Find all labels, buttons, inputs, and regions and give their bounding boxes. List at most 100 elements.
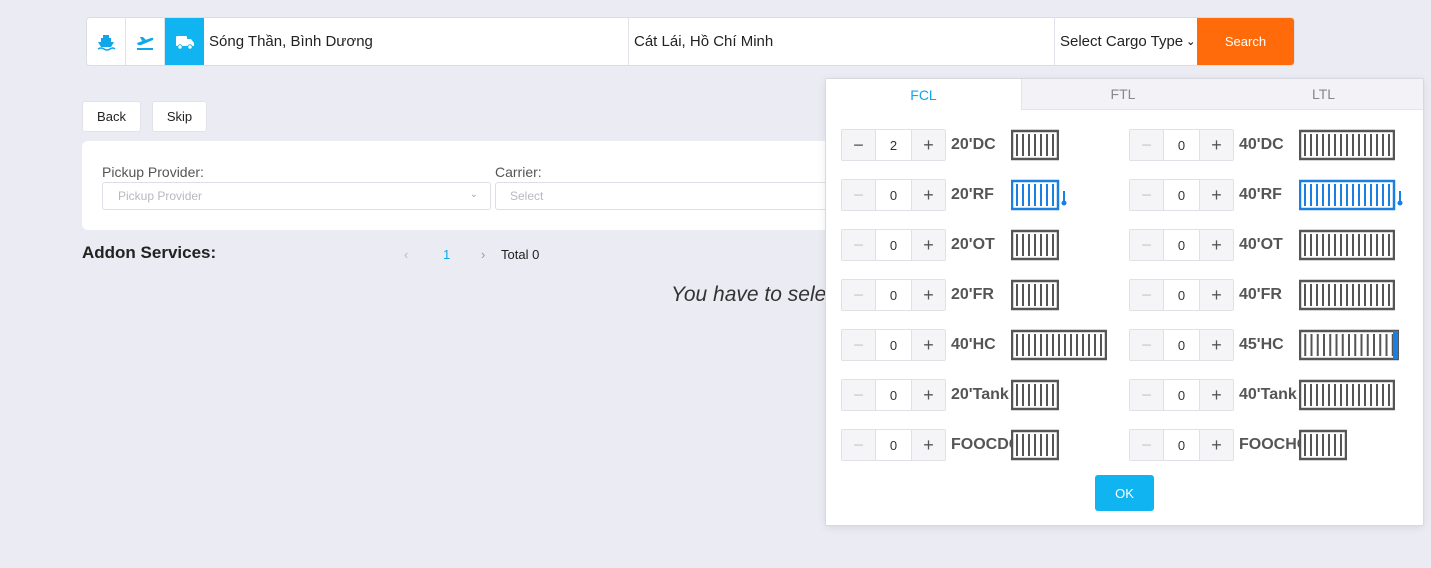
quantity-input[interactable]: 0 xyxy=(875,280,912,310)
increment-button[interactable]: + xyxy=(912,380,945,410)
quantity-input[interactable]: 0 xyxy=(1163,330,1200,360)
mode-air-button[interactable] xyxy=(126,18,165,65)
quantity-input[interactable]: 0 xyxy=(1163,180,1200,210)
quantity-input[interactable]: 0 xyxy=(1163,430,1200,460)
decrement-button[interactable]: − xyxy=(842,330,875,360)
decrement-button[interactable]: − xyxy=(1130,430,1163,460)
container-type-label: FOOCDC xyxy=(951,436,1021,453)
search-button[interactable]: Search xyxy=(1197,18,1294,65)
container-row: −0 +20'Tank xyxy=(841,379,1059,411)
destination-input[interactable]: Cát Lái, Hồ Chí Minh xyxy=(629,18,1055,65)
plane-icon xyxy=(137,36,154,50)
pagination-prev-icon[interactable]: ‹ xyxy=(404,247,408,262)
quantity-input[interactable]: 0 xyxy=(1163,230,1200,260)
decrement-button[interactable]: − xyxy=(842,380,875,410)
quantity-stepper: −0 + xyxy=(841,429,946,461)
container-type-label: 40'HC xyxy=(951,336,996,353)
origin-input[interactable]: Sóng Thần, Bình Dương xyxy=(204,18,629,65)
quantity-input[interactable]: 2 xyxy=(875,130,912,160)
increment-button[interactable]: + xyxy=(912,330,945,360)
pagination-total: Total 0 xyxy=(501,247,540,262)
container-type-label: 40'Tank xyxy=(1239,386,1297,403)
decrement-button[interactable]: − xyxy=(1130,230,1163,260)
mode-sea-button[interactable] xyxy=(87,18,126,65)
container-row: −0 +40'HC xyxy=(841,329,1107,361)
container-icon xyxy=(1011,279,1059,311)
increment-button[interactable]: + xyxy=(912,230,945,260)
quantity-input[interactable]: 0 xyxy=(875,180,912,210)
quantity-stepper: −0 + xyxy=(841,179,946,211)
container-icon xyxy=(1299,329,1399,361)
decrement-button[interactable]: − xyxy=(842,180,875,210)
route-search-bar: Sóng Thần, Bình Dương Cát Lái, Hồ Chí Mi… xyxy=(86,17,1295,66)
decrement-button[interactable]: − xyxy=(1130,280,1163,310)
increment-button[interactable]: + xyxy=(1200,330,1233,360)
cargo-type-panel: FCL FTL LTL −2 +20'DC −0 +20'RF −0 +20'OT −0 +2… xyxy=(825,78,1424,526)
quantity-stepper: −0 + xyxy=(1129,129,1234,161)
container-icon xyxy=(1011,329,1107,361)
provider-card: Pickup Provider: Pickup Provider ⌄ Carri… xyxy=(82,141,842,230)
container-type-label: 40'RF xyxy=(1239,186,1282,203)
quantity-input[interactable]: 0 xyxy=(875,330,912,360)
cargo-type-select[interactable]: Select Cargo Type ⌄ xyxy=(1055,18,1197,65)
container-icon xyxy=(1011,129,1059,161)
tab-ltl[interactable]: LTL xyxy=(1224,79,1423,110)
quantity-stepper: −0 + xyxy=(1129,429,1234,461)
decrement-button[interactable]: − xyxy=(842,280,875,310)
quantity-stepper: −0 + xyxy=(1129,329,1234,361)
increment-button[interactable]: + xyxy=(1200,430,1233,460)
pickup-provider-placeholder: Pickup Provider xyxy=(118,189,203,203)
quantity-input[interactable]: 0 xyxy=(875,230,912,260)
decrement-button[interactable]: − xyxy=(1130,330,1163,360)
increment-button[interactable]: + xyxy=(1200,130,1233,160)
back-button[interactable]: Back xyxy=(82,101,141,132)
increment-button[interactable]: + xyxy=(912,430,945,460)
chevron-down-icon: ⌄ xyxy=(1186,36,1196,48)
increment-button[interactable]: + xyxy=(912,280,945,310)
pickup-provider-select[interactable]: Pickup Provider ⌄ xyxy=(102,182,491,210)
cargo-type-value: Select Cargo Type xyxy=(1060,33,1184,50)
quantity-input[interactable]: 0 xyxy=(1163,280,1200,310)
increment-button[interactable]: + xyxy=(912,180,945,210)
pagination-next-icon[interactable]: › xyxy=(481,247,485,262)
container-type-label: 20'Tank xyxy=(951,386,1009,403)
container-row: −0 +40'RF xyxy=(1129,179,1403,211)
container-type-label: 40'DC xyxy=(1239,136,1284,153)
decrement-button[interactable]: − xyxy=(1130,380,1163,410)
addon-services-title: Addon Services: xyxy=(82,243,217,262)
quantity-input[interactable]: 0 xyxy=(1163,130,1200,160)
quantity-stepper: −0 + xyxy=(1129,279,1234,311)
decrement-button[interactable]: − xyxy=(1130,180,1163,210)
quantity-stepper: −0 + xyxy=(1129,229,1234,261)
reefer-container-icon xyxy=(1011,179,1067,211)
increment-button[interactable]: + xyxy=(1200,380,1233,410)
increment-button[interactable]: + xyxy=(1200,230,1233,260)
increment-button[interactable]: + xyxy=(1200,280,1233,310)
decrement-button[interactable]: − xyxy=(1130,130,1163,160)
container-icon xyxy=(1299,379,1395,411)
tab-ftl[interactable]: FTL xyxy=(1022,79,1224,110)
decrement-button[interactable]: − xyxy=(842,430,875,460)
tab-fcl[interactable]: FCL xyxy=(826,79,1022,110)
empty-message: You have to sele xyxy=(671,283,826,306)
truck-icon xyxy=(175,35,194,50)
carrier-select[interactable]: Select xyxy=(495,182,835,210)
container-row: −2 +20'DC xyxy=(841,129,1059,161)
decrement-button[interactable]: − xyxy=(842,230,875,260)
quantity-input[interactable]: 0 xyxy=(875,430,912,460)
mode-road-button[interactable] xyxy=(165,18,204,65)
decrement-button[interactable]: − xyxy=(842,130,875,160)
increment-button[interactable]: + xyxy=(1200,180,1233,210)
skip-button[interactable]: Skip xyxy=(152,101,207,132)
container-row: −0 +20'RF xyxy=(841,179,1067,211)
ok-button[interactable]: OK xyxy=(1095,475,1154,511)
quantity-input[interactable]: 0 xyxy=(875,380,912,410)
increment-button[interactable]: + xyxy=(912,130,945,160)
container-icon xyxy=(1299,429,1347,461)
quantity-input[interactable]: 0 xyxy=(1163,380,1200,410)
container-row: −0 +20'FR xyxy=(841,279,1059,311)
container-row: −0 +40'OT xyxy=(1129,229,1395,261)
container-type-label: 40'FR xyxy=(1239,286,1282,303)
container-row: −0 +40'Tank xyxy=(1129,379,1395,411)
pagination-page[interactable]: 1 xyxy=(443,247,450,262)
